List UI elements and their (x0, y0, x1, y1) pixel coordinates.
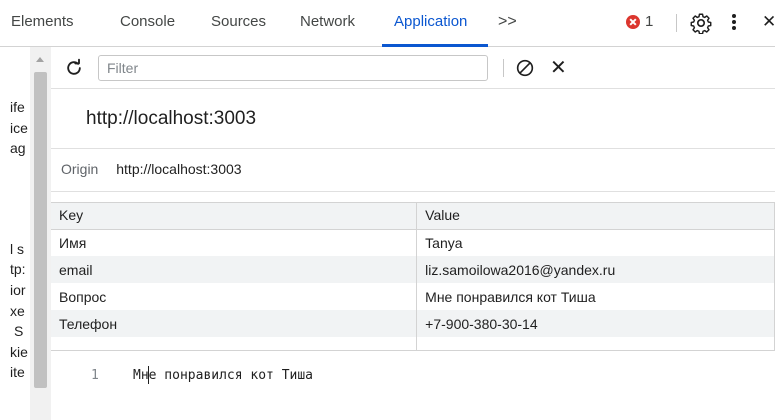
divider (51, 191, 775, 192)
table-header-row: Key Value (51, 202, 775, 230)
sidebar-fragment: ife ice ag l s tp: ior xe S kie ite (0, 47, 30, 420)
tab-elements[interactable]: Elements (11, 0, 74, 47)
tab-application[interactable]: Application (394, 0, 467, 47)
column-header-key[interactable]: Key (51, 202, 418, 230)
row-value-empty[interactable] (416, 337, 775, 351)
scroll-up-arrow-icon[interactable] (36, 57, 44, 62)
table-row[interactable]: Вопрос Мне понравился кот Тиша (51, 283, 775, 310)
row-value[interactable]: liz.samoilowa2016@yandex.ru (416, 256, 775, 283)
column-header-value[interactable]: Value (416, 202, 775, 230)
text-cursor (148, 366, 149, 384)
sidebar-text-fragment: xe (10, 303, 25, 319)
devtools-tab-bar: Elements Console Sources Network Applica… (0, 0, 775, 47)
table-empty-row[interactable] (51, 337, 775, 351)
row-key[interactable]: Имя (51, 229, 418, 256)
chevrons-right-icon[interactable]: >> (498, 0, 517, 47)
sidebar-text-fragment: kie (10, 344, 28, 360)
preview-text[interactable]: Мне понравился кот Тиша (133, 368, 313, 383)
sidebar-text-fragment: ior (10, 282, 26, 298)
tab-network[interactable]: Network (300, 0, 355, 47)
row-key[interactable]: Телефон (51, 310, 418, 337)
error-count[interactable]: 1 (645, 0, 653, 44)
sidebar-text-fragment: ife (10, 99, 25, 115)
scrollbar-thumb[interactable] (34, 72, 47, 388)
sidebar-text-fragment: l s (10, 241, 24, 257)
toolbar-divider (503, 59, 504, 77)
row-key[interactable]: email (51, 256, 418, 283)
row-value[interactable]: Tanya (416, 229, 775, 256)
sidebar-text-fragment: ite (10, 364, 25, 380)
delete-icon[interactable]: ✕ (550, 56, 567, 80)
value-preview[interactable]: 1 Мне понравился кот Тиша (51, 360, 775, 420)
kebab-menu-icon[interactable] (731, 13, 737, 33)
toolbar-divider (676, 14, 677, 32)
line-number: 1 (91, 368, 99, 383)
sidebar-text-fragment: S (14, 323, 24, 339)
error-icon[interactable] (626, 15, 640, 29)
close-icon[interactable]: ✕ (762, 0, 775, 44)
sidebar-text-fragment: ag (10, 140, 26, 156)
row-value[interactable]: +7-900-380-30-14 (416, 310, 775, 337)
filter-input[interactable] (98, 55, 488, 81)
clear-icon[interactable] (514, 57, 536, 79)
tab-console[interactable]: Console (120, 0, 175, 47)
origin-row: Origin http://localhost:3003 (61, 161, 242, 177)
storage-table: Key Value Имя Tanya email liz.samoilowa2… (51, 202, 775, 351)
sidebar-text-fragment: ice (10, 120, 28, 136)
table-row[interactable]: email liz.samoilowa2016@yandex.ru (51, 256, 775, 283)
row-key-empty[interactable] (51, 337, 418, 351)
table-row[interactable]: Телефон +7-900-380-30-14 (51, 310, 775, 337)
table-row[interactable]: Имя Tanya (51, 229, 775, 256)
origin-label: Origin (61, 161, 99, 177)
gear-icon[interactable] (690, 12, 712, 34)
row-value[interactable]: Мне понравился кот Тиша (416, 283, 775, 310)
row-key[interactable]: Вопрос (51, 283, 418, 310)
origin-value: http://localhost:3003 (116, 161, 242, 177)
tab-sources[interactable]: Sources (211, 0, 266, 47)
origin-title: http://localhost:3003 (86, 108, 257, 129)
storage-toolbar: ✕ (51, 47, 775, 89)
refresh-icon[interactable] (64, 58, 84, 78)
divider (51, 148, 775, 149)
sidebar-text-fragment: tp: (10, 261, 26, 277)
